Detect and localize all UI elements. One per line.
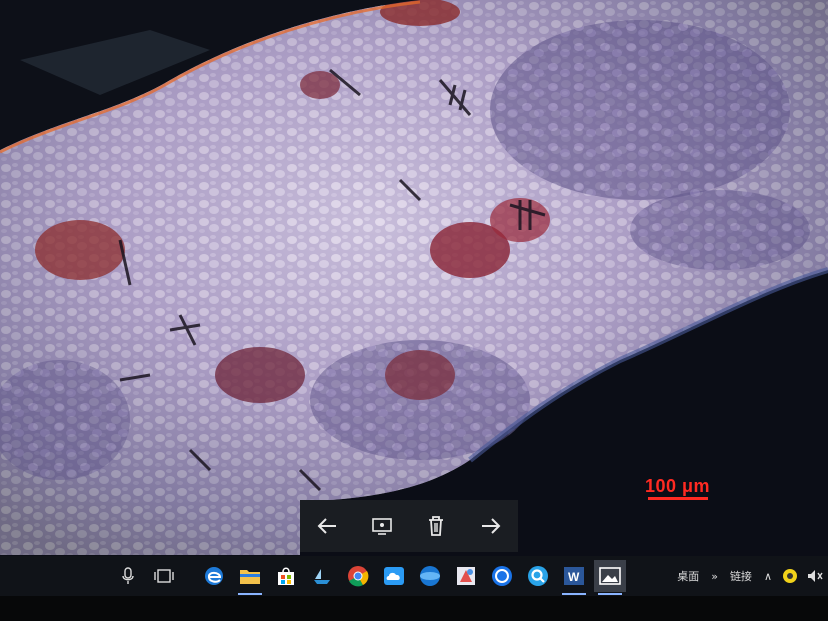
- microphone-icon[interactable]: [112, 560, 144, 592]
- tray-app-icon[interactable]: [780, 560, 800, 592]
- search-q-icon[interactable]: [522, 560, 554, 592]
- screen-bezel: [0, 596, 828, 621]
- chevron-up-icon[interactable]: ∧: [764, 570, 772, 583]
- ship-icon[interactable]: [306, 560, 338, 592]
- micrograph-image: 100 μm: [0, 0, 828, 560]
- word-icon[interactable]: W: [558, 560, 590, 595]
- photo-viewer-toolbar: [300, 500, 518, 552]
- arrow-right-icon[interactable]: [471, 506, 511, 546]
- edge-icon[interactable]: [198, 560, 230, 592]
- photos-icon[interactable]: [594, 560, 626, 595]
- file-explorer-icon[interactable]: [234, 560, 266, 595]
- windows-taskbar: W 桌面 » 链接 ∧: [0, 556, 828, 596]
- tray-links-label[interactable]: 链接: [730, 568, 752, 584]
- svg-text:W: W: [568, 570, 580, 584]
- task-view-icon[interactable]: [148, 560, 180, 592]
- store-icon[interactable]: [270, 560, 302, 592]
- trash-icon[interactable]: [416, 506, 456, 546]
- arrow-left-icon[interactable]: [307, 506, 347, 546]
- chevron-double-icon[interactable]: »: [711, 570, 718, 583]
- scale-bar-label: 100 μm: [645, 476, 711, 496]
- scale-bar: [648, 497, 708, 500]
- globe-icon[interactable]: [414, 560, 446, 592]
- speaker-muted-icon[interactable]: [804, 560, 826, 592]
- tray-desktop-label[interactable]: 桌面: [677, 568, 699, 584]
- circle-app-icon[interactable]: [486, 560, 518, 592]
- slideshow-icon[interactable]: [362, 506, 402, 546]
- paint-icon[interactable]: [450, 560, 482, 592]
- cloud-icon[interactable]: [378, 560, 410, 592]
- chrome-icon[interactable]: [342, 560, 374, 592]
